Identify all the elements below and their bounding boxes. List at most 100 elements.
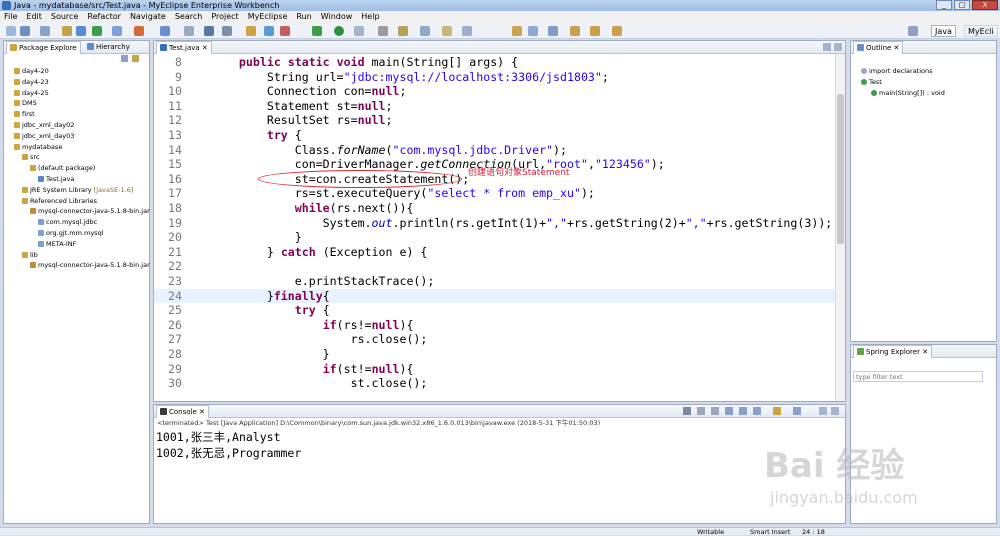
code-line[interactable]: 22 [154,259,845,274]
new-package-icon[interactable] [264,26,274,36]
code-area[interactable]: 8 public static void main(String[] args)… [154,54,845,401]
menu-search[interactable]: Search [175,11,202,23]
menu-edit[interactable]: Edit [26,11,42,23]
annotation-icon[interactable] [398,26,408,36]
code-line[interactable]: 12 ResultSet rs=null; [154,113,845,128]
java-perspective-button[interactable]: Java [931,25,956,37]
code-line[interactable]: 27 rs.close(); [154,332,845,347]
tree-node[interactable]: mydatabase [14,143,149,154]
tree-node[interactable]: day4-25 [14,89,149,100]
last-edit-icon[interactable] [548,26,558,36]
tree-node[interactable]: jdbc_xml_day02 [14,121,149,132]
tree-node[interactable]: DMS [14,99,149,110]
open-resource-icon[interactable] [222,26,232,36]
tab-console[interactable]: Console ✕ [156,405,209,418]
code-line[interactable]: 11 Statement st=null; [154,99,845,114]
new-class-icon[interactable] [246,26,256,36]
open-perspective-icon[interactable] [908,26,918,36]
block-selection-icon[interactable] [462,26,472,36]
code-line[interactable]: 14 Class.forName("com.mysql.jdbc.Driver"… [154,143,845,158]
editor-scrollbar[interactable] [835,54,845,401]
menu-source[interactable]: Source [51,11,78,23]
tree-node[interactable]: jdbc_xml_day03 [14,132,149,143]
tree-node[interactable]: org.gjt.mm.mysql [14,229,149,240]
code-line[interactable]: 28 } [154,347,845,362]
tree-node[interactable]: day4-23 [14,78,149,89]
menu-navigate[interactable]: Navigate [130,11,166,23]
code-line[interactable]: 18 while(rs.next()){ [154,201,845,216]
maximize-editor-icon[interactable] [834,43,842,51]
link-editor-icon[interactable] [132,55,139,62]
tree-node[interactable]: (default package) [14,164,149,175]
tree-node[interactable]: first [14,110,149,121]
save-icon[interactable] [20,26,30,36]
remove-all-icon[interactable] [711,407,719,415]
package-icon[interactable] [62,26,72,36]
spring-filter-input[interactable] [853,371,983,382]
tree-node[interactable]: day4-20 [14,67,149,78]
browser-icon[interactable] [112,26,122,36]
external-tools-icon[interactable] [354,26,364,36]
scroll-lock-icon[interactable] [739,407,747,415]
deploy-icon[interactable] [76,26,86,36]
pin-console-icon[interactable] [753,407,761,415]
clear-console-icon[interactable] [725,407,733,415]
collapse-all-icon[interactable] [121,55,128,62]
tab-outline[interactable]: Outline ✕ [853,41,904,54]
code-line[interactable]: 23 e.printStackTrace(); [154,274,845,289]
tree-node[interactable]: mysql-connector-java-5.1.8-bin.jar [14,261,150,272]
db-icon[interactable] [184,26,194,36]
code-line[interactable]: 17 rs=st.executeQuery("select * from emp… [154,186,845,201]
menu-help[interactable]: Help [361,11,379,23]
tree-node[interactable]: mysql-connector-java-5.1.8-bin.jar [14,207,150,218]
minimize-editor-icon[interactable] [823,43,831,51]
code-line[interactable]: 10 Connection con=null; [154,84,845,99]
tree-node[interactable]: Referenced Libraries [14,197,149,208]
code-line[interactable]: 26 if(rs!=null){ [154,318,845,333]
maximize-button[interactable]: □ [954,0,970,10]
menu-run[interactable]: Run [296,11,311,23]
tab-package-explorer[interactable]: Package Explore [6,41,81,54]
prev-annotation-icon[interactable] [528,26,538,36]
outline-item[interactable]: import declarations [861,67,996,78]
menu-refactor[interactable]: Refactor [87,11,121,23]
menu-project[interactable]: Project [211,11,238,23]
tree-node[interactable]: lib [14,251,149,262]
servers-icon[interactable] [280,26,290,36]
scrollbar-thumb[interactable] [837,94,844,244]
pin-icon[interactable] [442,26,452,36]
code-line[interactable]: 25 try { [154,303,845,318]
tree-node[interactable]: META-INF [14,240,149,251]
code-line[interactable]: 13 try { [154,128,845,143]
code-line[interactable]: 29 if(st!=null){ [154,362,845,377]
terminate-icon[interactable] [683,407,691,415]
outline-item[interactable]: main(String[]) : void [861,89,996,100]
remove-launch-icon[interactable] [697,407,705,415]
code-line[interactable]: 19 System.out.println(rs.getInt(1)+","+r… [154,216,845,231]
back-icon[interactable] [570,26,580,36]
minimize-button[interactable]: _ [936,0,952,10]
code-line[interactable]: 30 st.close(); [154,376,845,391]
search-icon[interactable] [378,26,388,36]
display-console-icon[interactable] [773,407,781,415]
tab-test-java[interactable]: Test.java ✕ [156,41,212,54]
code-line[interactable]: 21 } catch (Exception e) { [154,245,845,260]
minimize-console-icon[interactable] [819,407,827,415]
tree-node[interactable]: Test.java [14,175,149,186]
tree-node[interactable]: com.mysql.jdbc [14,218,149,229]
next-annotation-icon[interactable] [512,26,522,36]
debug-config-icon[interactable] [134,26,144,36]
maximize-console-icon[interactable] [831,407,839,415]
forward-icon[interactable] [590,26,600,36]
mark-occurrences-icon[interactable] [420,26,430,36]
code-line[interactable]: 9 String url="jdbc:mysql://localhost:330… [154,70,845,85]
open-console-icon[interactable] [793,407,801,415]
tab-hierarchy[interactable]: Hierarchy [84,41,133,54]
debug-icon[interactable] [312,26,322,36]
tree-node[interactable]: src [14,153,149,164]
tree-node[interactable]: JRE System Library [JavaSE-1.6] [14,186,149,197]
history-icon[interactable] [612,26,622,36]
myeclipse-perspective-button[interactable]: MyEcli [964,25,998,37]
open-type-icon[interactable] [204,26,214,36]
run-icon[interactable] [334,26,344,36]
